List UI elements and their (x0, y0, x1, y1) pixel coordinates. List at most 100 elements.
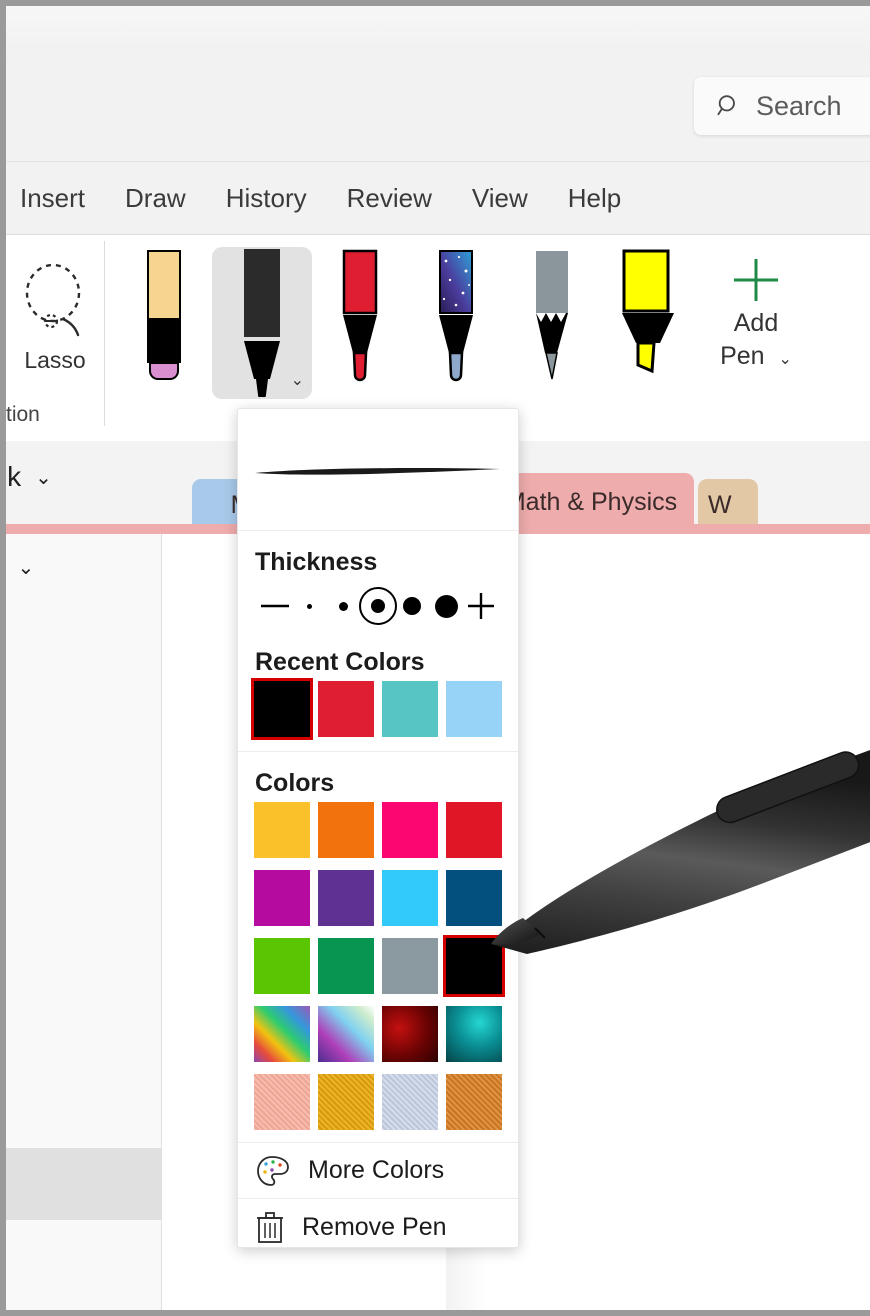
colors-row (254, 802, 502, 858)
title-bar (6, 6, 870, 58)
color-swatch-magenta[interactable] (254, 870, 310, 926)
colors-row (254, 935, 505, 997)
search-bar-row: Search (6, 58, 870, 162)
color-swatch-silver-pencil[interactable] (382, 1074, 438, 1130)
color-swatch-lava-texture[interactable] (382, 1006, 438, 1062)
thickness-option-line[interactable] (258, 589, 292, 623)
pencil-icon (147, 250, 181, 380)
ribbon-group-label: tion (6, 403, 40, 426)
search-icon (717, 95, 735, 116)
page-list-header[interactable]: s ⌄ (6, 552, 35, 583)
ribbon-tab-strip: Insert Draw History Review View Help (6, 163, 870, 235)
thickness-option-xs[interactable] (292, 589, 326, 623)
remove-pen-label: Remove Pen (302, 1212, 447, 1241)
trash-icon (257, 1212, 283, 1243)
search-placeholder: Search (756, 90, 842, 121)
palette-icon (257, 1155, 289, 1186)
thickness-option-s[interactable] (327, 589, 361, 623)
pen-item-black-pen[interactable]: ⌄ (212, 247, 312, 399)
pen-strip: ⌄ Add Pen ⌄ (116, 247, 816, 407)
add-pen-chevron-down-icon[interactable]: ⌄ (779, 351, 792, 368)
color-swatch-orange[interactable] (318, 802, 374, 858)
thickness-option-m[interactable] (358, 587, 397, 625)
page-list-item-selected[interactable] (6, 1148, 162, 1220)
stroke-preview-icon (255, 468, 500, 475)
pen-icon-red (342, 249, 378, 382)
thickness-option-xl[interactable] (430, 589, 464, 623)
thickness-option-custom[interactable] (464, 589, 498, 623)
ribbon-tab-insert[interactable]: Insert (20, 183, 85, 214)
more-colors-button[interactable]: More Colors (238, 1143, 518, 1199)
color-swatch-ocean-texture[interactable] (446, 1006, 502, 1062)
ribbon-tab-view[interactable]: View (472, 183, 528, 214)
pen-options-flyout: Thickness Recent Colors Colors More Colo… (237, 408, 519, 1248)
add-pen-label-line2: Pen (720, 342, 765, 370)
page-list-pane: s ⌄ gy y (6, 534, 162, 1310)
colors-section: Colors (238, 769, 518, 798)
plus-icon (467, 593, 494, 619)
ribbon-tab-history[interactable]: History (226, 183, 307, 214)
recent-colors-wrap (238, 678, 518, 752)
color-swatch-grey[interactable] (382, 938, 438, 994)
color-swatch-amber[interactable] (254, 802, 310, 858)
recent-swatch-teal[interactable] (382, 681, 438, 737)
recent-colors-heading: Recent Colors (255, 648, 425, 676)
lasso-tool-group: Lasso (6, 241, 105, 426)
notebook-chevron-down-icon[interactable]: ⌄ (35, 465, 52, 490)
highlighter-icon (622, 249, 674, 374)
ribbon-tab-review[interactable]: Review (347, 183, 432, 214)
colors-row (254, 1006, 502, 1062)
color-swatch-purple[interactable] (318, 870, 374, 926)
recent-colors-section: Recent Colors (238, 648, 518, 677)
pencil-icon-grey (536, 251, 568, 380)
notebook-name: ook (6, 461, 22, 492)
add-pen-label-line1: Add (733, 309, 779, 337)
thickness-options (254, 581, 502, 631)
lasso-icon[interactable] (16, 257, 94, 343)
color-swatch-lime-green[interactable] (254, 938, 310, 994)
plus-icon (734, 259, 778, 301)
lasso-label: Lasso (24, 347, 86, 373)
remove-pen-button[interactable]: Remove Pen (238, 1199, 518, 1247)
colors-row (254, 870, 502, 926)
thickness-option-l[interactable] (395, 589, 429, 623)
colors-grid (254, 802, 505, 1130)
pen-item-red-pen[interactable] (312, 247, 408, 395)
ribbon-tab-help[interactable]: Help (568, 183, 621, 214)
recent-colors-row (251, 678, 502, 740)
section-tab-label: Math & Physics (504, 487, 678, 516)
notebook-selector[interactable]: ook ⌄ (6, 461, 52, 493)
colors-wrap (238, 802, 518, 1143)
colors-heading: Colors (255, 769, 335, 797)
color-swatch-green[interactable] (318, 938, 374, 994)
color-swatch-rose-gold-pencil[interactable] (254, 1074, 310, 1130)
line-icon (261, 604, 289, 608)
color-swatch-gold-pencil[interactable] (318, 1074, 374, 1130)
color-swatch-galaxy-texture[interactable] (318, 1006, 374, 1062)
thickness-section: Thickness (238, 548, 518, 631)
more-colors-label: More Colors (308, 1156, 445, 1184)
ribbon-tab-draw[interactable]: Draw (125, 183, 186, 214)
stroke-preview (238, 409, 518, 531)
page-list-chevron-down-icon[interactable]: ⌄ (18, 555, 35, 580)
pen-dropdown-chevron-icon[interactable]: ⌄ (291, 373, 304, 389)
search-input[interactable]: Search (694, 77, 870, 135)
color-swatch-steel-blue[interactable] (446, 870, 502, 926)
pen-icon (244, 249, 280, 397)
recent-swatch-black[interactable] (251, 678, 313, 740)
add-pen-button[interactable]: Add Pen ⌄ (696, 247, 816, 397)
pen-item-grey-pencil[interactable] (504, 247, 600, 395)
screenshot-root: Search Insert Draw History Review View H… (0, 0, 870, 1316)
recent-swatch-red[interactable] (318, 681, 374, 737)
color-swatch-black[interactable] (443, 935, 505, 997)
color-swatch-bronze-pencil[interactable] (446, 1074, 502, 1130)
color-swatch-red[interactable] (446, 802, 502, 858)
pen-item-pencil[interactable] (116, 247, 212, 395)
pen-item-galaxy-pen[interactable] (408, 247, 504, 395)
color-swatch-rainbow-texture[interactable] (254, 1006, 310, 1062)
thickness-heading: Thickness (255, 548, 378, 576)
recent-swatch-light-blue[interactable] (446, 681, 502, 737)
color-swatch-pink[interactable] (382, 802, 438, 858)
pen-item-yellow-highlighter[interactable] (600, 247, 696, 395)
color-swatch-sky-blue[interactable] (382, 870, 438, 926)
